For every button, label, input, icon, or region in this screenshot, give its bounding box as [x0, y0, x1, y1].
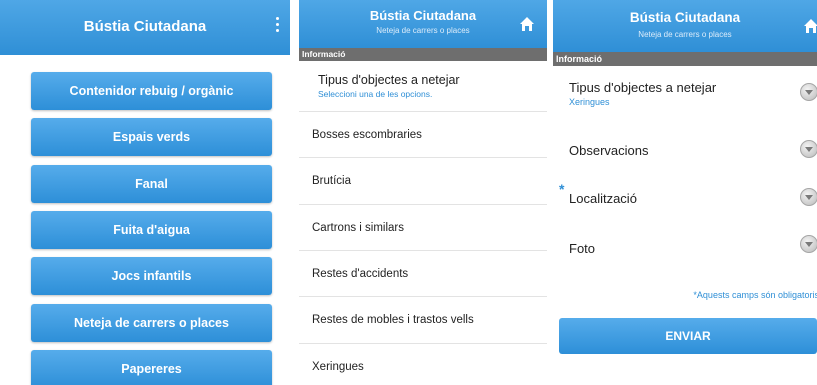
- section-header: Informació: [553, 52, 817, 66]
- dropdown-chevron-icon[interactable]: [800, 188, 817, 206]
- category-button[interactable]: Papereres: [31, 350, 272, 385]
- category-button[interactable]: Jocs infantils: [31, 257, 272, 295]
- dropdown-chevron-icon[interactable]: [800, 83, 817, 101]
- app-bar: Bústia Ciutadana Neteja de carrers o pla…: [553, 0, 817, 52]
- form-field-type[interactable]: Tipus d'objectes a netejar Xeringues: [553, 66, 817, 116]
- home-icon[interactable]: [519, 16, 535, 32]
- option-item[interactable]: Brutícia: [299, 157, 547, 203]
- screen-options: Bústia Ciutadana Neteja de carrers o pla…: [299, 0, 547, 385]
- form-field-location[interactable]: * Localització: [553, 177, 817, 227]
- submit-button[interactable]: ENVIAR: [559, 318, 817, 354]
- option-item[interactable]: Restes de mobles i trastos vells: [299, 296, 547, 342]
- app-subtitle: Neteja de carrers o places: [638, 30, 732, 39]
- option-item[interactable]: Cartrons i similars: [299, 204, 547, 250]
- field-label: Tipus d'objectes a netejar: [318, 73, 460, 87]
- field-value: Xeringues: [569, 97, 610, 107]
- app-title: Bústia Ciutadana: [83, 18, 207, 35]
- required-note: *Aquests camps són obligatoris: [693, 290, 817, 300]
- field-label: Foto: [569, 241, 596, 256]
- category-button[interactable]: Contenidor rebuig / orgànic: [31, 72, 272, 110]
- field-label: Localització: [569, 191, 637, 206]
- category-button[interactable]: Neteja de carrers o places: [31, 304, 272, 342]
- form-field-observations[interactable]: Observacions: [553, 125, 817, 175]
- app-bar: Bústia Ciutadana: [0, 0, 290, 55]
- screen-categories: Bústia Ciutadana Contenidor rebuig / org…: [0, 0, 290, 385]
- option-item[interactable]: Restes d'accidents: [299, 250, 547, 296]
- screen-form: Bústia Ciutadana Neteja de carrers o pla…: [553, 0, 817, 385]
- app-title: Bústia Ciutadana: [629, 10, 741, 25]
- option-item[interactable]: Xeringues: [299, 343, 547, 385]
- field-hint: Seleccioni una de les opcions.: [318, 89, 433, 99]
- option-item[interactable]: Bosses escombraries: [299, 111, 547, 157]
- field-label: Observacions: [569, 143, 649, 158]
- dropdown-chevron-icon[interactable]: [800, 235, 817, 253]
- category-button[interactable]: Espais verds: [31, 118, 272, 156]
- home-icon[interactable]: [803, 18, 817, 34]
- more-vert-icon[interactable]: [274, 14, 280, 40]
- dropdown-chevron-icon[interactable]: [800, 140, 817, 158]
- section-header: Informació: [299, 48, 547, 61]
- category-button[interactable]: Fanal: [31, 165, 272, 203]
- app-bar: Bústia Ciutadana Neteja de carrers o pla…: [299, 0, 547, 48]
- required-star: *: [559, 181, 565, 197]
- field-label: Tipus d'objectes a netejar: [569, 80, 717, 95]
- form-field-photo[interactable]: Foto: [553, 229, 817, 279]
- app-title: Bústia Ciutadana: [369, 8, 477, 23]
- app-subtitle: Neteja de carrers o places: [376, 26, 470, 35]
- field-header: Tipus d'objectes a netejar Seleccioni un…: [299, 61, 547, 118]
- category-button[interactable]: Fuita d'aigua: [31, 211, 272, 249]
